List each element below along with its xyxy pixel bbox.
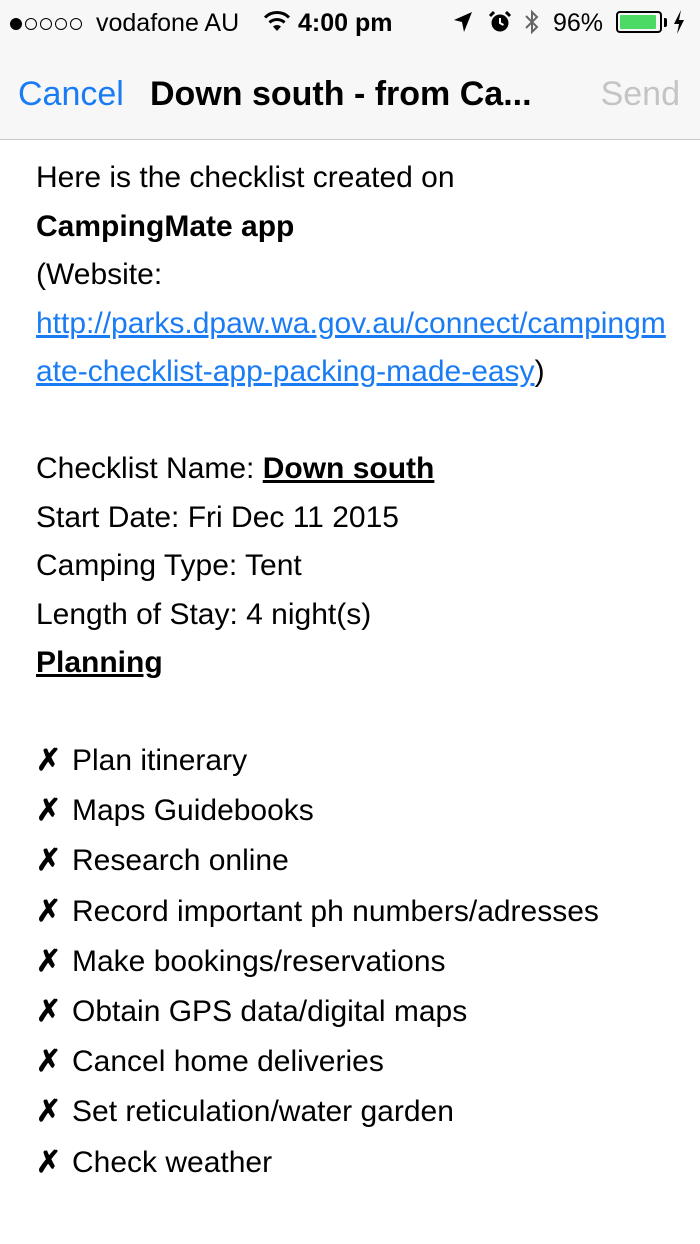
navigation-bar: Cancel Down south - from Ca... Send <box>0 46 700 140</box>
cross-mark-icon: ✗ <box>36 744 62 777</box>
checklist-name-value: Down south <box>262 452 435 485</box>
checklist-item-label: Maps Guidebooks <box>72 794 314 828</box>
checklist: ✗ Plan itinerary ✗ Maps Guidebooks ✗ Research… <box>36 736 676 1188</box>
cross-mark-icon: ✗ <box>36 794 62 828</box>
camping-type-line: Camping Type: Tent <box>36 549 302 582</box>
cancel-button[interactable]: Cancel <box>18 74 124 114</box>
battery-percent: 96% <box>553 9 604 37</box>
carrier-name: vodafone AU <box>96 9 240 37</box>
section-heading-planning: Planning <box>36 646 163 679</box>
checklist-item: ✗ Research online <box>36 836 676 886</box>
checklist-name-label: Checklist Name: <box>36 452 263 485</box>
send-button[interactable]: Send <box>601 74 680 114</box>
charging-bolt-icon <box>672 8 686 43</box>
checklist-item: ✗ Cancel home deliveries <box>36 1037 676 1087</box>
checklist-item-label: Record important ph numbers/adresses <box>72 894 599 928</box>
signal-dots-icon <box>10 10 82 38</box>
cross-mark-icon: ✗ <box>36 1045 62 1079</box>
location-arrow-icon <box>452 10 474 41</box>
cross-mark-icon: ✗ <box>36 1145 62 1179</box>
checklist-item: ✗ Maps Guidebooks <box>36 786 676 836</box>
bluetooth-icon <box>523 8 541 43</box>
website-link[interactable]: http://parks.dpaw.wa.gov.au/connect/camp… <box>36 307 666 389</box>
checklist-item-label: Cancel home deliveries <box>72 1045 384 1079</box>
cross-mark-icon: ✗ <box>36 894 62 928</box>
battery-tip <box>664 18 667 27</box>
start-date-line: Start Date: Fri Dec 11 2015 <box>36 500 399 534</box>
checklist-item: ✗ Check weather <box>36 1138 676 1188</box>
checklist-item-label: Set reticulation/water garden <box>72 1095 454 1129</box>
checklist-item-label: Make bookings/reservations <box>72 944 446 978</box>
website-paragraph: http://parks.dpaw.wa.gov.au/connect/camp… <box>36 300 676 397</box>
wifi-icon <box>262 8 292 41</box>
message-body[interactable]: Here is the checklist created on Camping… <box>36 154 676 1188</box>
website-label: (Website: <box>36 258 163 291</box>
checklist-item: ✗ Set reticulation/water garden <box>36 1087 676 1137</box>
intro-line: Here is the checklist created on <box>36 161 455 194</box>
checklist-item-label: Research online <box>72 844 289 878</box>
alarm-icon <box>488 10 512 41</box>
status-bar: vodafone AU 4:00 pm 96% <box>0 0 700 46</box>
checklist-item: ✗ Plan itinerary <box>36 736 676 786</box>
app-name: CampingMate app <box>36 209 295 243</box>
cross-mark-icon: ✗ <box>36 844 62 878</box>
message-subject-title: Down south - from Ca... <box>150 75 532 113</box>
checklist-name-line: Checklist Name: Down south <box>36 445 676 494</box>
checklist-item: ✗ Obtain GPS data/digital maps <box>36 987 676 1037</box>
length-of-stay-line: Length of Stay: 4 night(s) <box>36 597 372 631</box>
checklist-item-label: Obtain GPS data/digital maps <box>72 995 468 1029</box>
checklist-item: ✗ Make bookings/reservations <box>36 937 676 987</box>
checklist-item-label: Plan itinerary <box>72 744 248 777</box>
cross-mark-icon: ✗ <box>36 995 62 1029</box>
status-time: 4:00 pm <box>298 9 393 37</box>
cross-mark-icon: ✗ <box>36 1095 62 1129</box>
checklist-item: ✗ Record important ph numbers/adresses <box>36 887 676 937</box>
cross-mark-icon: ✗ <box>36 944 62 978</box>
battery-icon <box>616 11 662 33</box>
checklist-item-label: Check weather <box>72 1145 273 1179</box>
website-close-paren: ) <box>534 355 545 388</box>
